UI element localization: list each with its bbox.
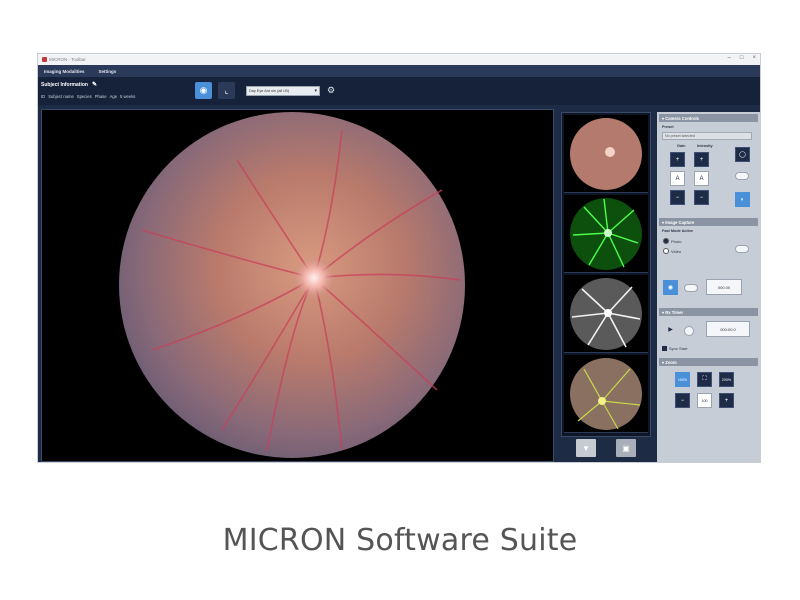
device-select-value: Day Eye Ant nin (all LB) [249, 89, 290, 93]
camera-controls-header[interactable]: ▾ Camera Controls [659, 114, 758, 122]
close-icon[interactable]: × [752, 55, 756, 61]
page-caption: MICRON Software Suite [222, 523, 578, 558]
sync-start-checkbox[interactable]: Sync Start [662, 346, 687, 351]
chevron-down-icon: ▾ [314, 88, 317, 94]
contrast-icon: ◐ [740, 196, 745, 203]
zoom-value-field[interactable]: 100 [697, 393, 712, 408]
menu-item-settings[interactable]: Settings [99, 69, 117, 74]
camera-toggle[interactable] [735, 172, 749, 180]
thumbnail-color-image [570, 118, 642, 190]
capture-toggle[interactable] [735, 245, 749, 253]
gain-auto-button[interactable]: A [670, 171, 685, 186]
minimize-icon[interactable]: – [728, 55, 731, 61]
rx-timer-header[interactable]: ▾ Rx Timer [659, 308, 758, 316]
fundus-viewer[interactable] [41, 109, 554, 462]
zoom-100-button[interactable]: 100% [675, 372, 690, 387]
menu-item-imaging-modalities[interactable]: Imaging Modalities [44, 69, 85, 74]
subject-fields: ID Subject name Species Phase Age 5 week… [41, 94, 135, 99]
gain-decrease-button[interactable]: − [670, 190, 685, 205]
white-balance-button[interactable]: ◯ [735, 147, 750, 162]
image-capture-header[interactable]: ▾ Image Capture [659, 218, 758, 226]
camera-mode-button[interactable]: ◉ [195, 82, 212, 99]
zoom-200-button[interactable]: 200% [719, 372, 734, 387]
thumbnail-fluorescein-image [570, 198, 642, 270]
preset-label: Preset [662, 125, 674, 129]
contrast-button[interactable]: ◐ [735, 192, 750, 207]
thumbnail-grayscale-image [570, 278, 642, 350]
thumbnail-view-button[interactable]: ▣ [616, 439, 636, 457]
title-bar: MICRON - Toolbar – □ × [38, 54, 760, 65]
circle-icon: ◯ [739, 152, 746, 158]
fullscreen-icon: ⛶ [702, 376, 707, 382]
subject-field-age-value: 5 weeks [120, 94, 136, 99]
thumbnail-overlay-image [570, 358, 642, 430]
timer-reset-button[interactable] [684, 326, 694, 336]
thumbnail-color[interactable] [564, 115, 648, 193]
capture-counter-field[interactable]: 000.00 [706, 279, 742, 295]
subject-bar: Subject Information ✎ ID Subject name Sp… [38, 77, 760, 105]
app-window: MICRON - Toolbar – □ × Imaging Modalitie… [37, 53, 761, 463]
subject-field-phase: Phase [94, 94, 107, 99]
subject-field-id: ID [41, 94, 46, 99]
play-icon: ▶ [668, 327, 673, 333]
zoom-header[interactable]: ▾ Zoom [659, 358, 758, 366]
device-select[interactable]: Day Eye Ant nin (all LB) ▾ [246, 86, 320, 96]
subject-field-species: Species [76, 94, 92, 99]
fundus-image [119, 112, 465, 458]
control-panel: ▾ Camera Controls Preset No preset selec… [657, 112, 760, 462]
settings-tool-icon[interactable]: ⚙ [327, 85, 335, 96]
intensity-auto-button[interactable]: A [694, 171, 709, 186]
thumbnail-grayscale[interactable] [564, 275, 648, 353]
capture-mode-toggle[interactable] [684, 284, 698, 292]
zoom-in-button[interactable]: + [719, 393, 734, 408]
zoom-out-button[interactable]: − [675, 393, 690, 408]
image-icon: ▣ [622, 443, 630, 453]
timer-play-button[interactable]: ▶ [663, 322, 678, 337]
fast-mode-label: Fast Mode Active [662, 229, 694, 233]
gain-label: Gain [677, 144, 686, 148]
photo-radio[interactable]: Photo [663, 238, 681, 244]
scan-icon: ⌞ [224, 86, 229, 95]
intensity-decrease-button[interactable]: − [694, 190, 709, 205]
edit-pencil-icon[interactable]: ✎ [92, 81, 97, 88]
subject-title: Subject Information [41, 81, 88, 88]
maximize-icon[interactable]: □ [740, 55, 744, 61]
thumbnail-fluorescein[interactable] [564, 195, 648, 273]
camera-icon: ◉ [667, 285, 674, 291]
gain-increase-button[interactable]: + [670, 152, 685, 167]
thumbnail-scroll-down-button[interactable]: ▼ [576, 439, 596, 457]
thumbnail-panel [561, 112, 651, 437]
camera-icon: ◉ [199, 85, 208, 95]
subject-field-name: Subject name [48, 94, 74, 99]
zoom-fit-button[interactable]: ⛶ [697, 372, 712, 387]
capture-button[interactable]: ◉ [663, 280, 678, 295]
intensity-increase-button[interactable]: + [694, 152, 709, 167]
thumbnail-overlay[interactable] [564, 355, 648, 433]
oct-mode-button[interactable]: ⌞ [218, 82, 235, 99]
triangle-down-icon: ▼ [582, 443, 590, 453]
menu-bar: Imaging Modalities Settings [38, 65, 760, 77]
video-radio[interactable]: Video [663, 248, 681, 254]
preset-select[interactable]: No preset selected [662, 132, 752, 140]
timer-field[interactable]: 000:00.0 [706, 321, 750, 337]
app-logo-icon [42, 57, 47, 62]
subject-field-age: Age [109, 94, 118, 99]
window-title: MICRON - Toolbar [49, 57, 86, 62]
intensity-label: Intensity [697, 144, 713, 148]
subject-header: Subject Information ✎ [41, 81, 97, 89]
